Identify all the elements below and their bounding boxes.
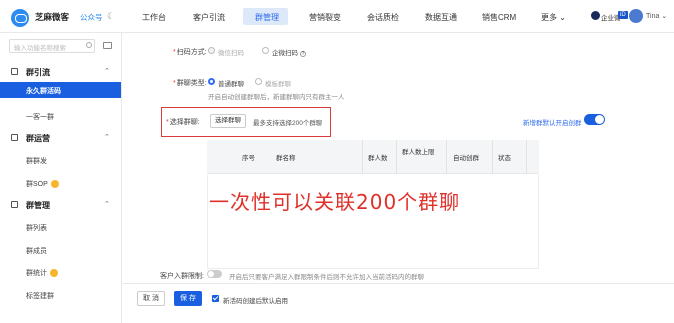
sidebar-item-group-list[interactable]: 群列表 <box>26 223 47 233</box>
col-member-count: 群人数 <box>368 155 388 162</box>
nav-more[interactable]: 更多 ⌄ <box>541 12 566 23</box>
group-title-operations[interactable]: 群运营 <box>26 133 50 144</box>
person-icon <box>11 68 18 75</box>
search-icon[interactable] <box>86 42 92 48</box>
scan-method-label: *扫码方式: <box>173 49 207 56</box>
select-group-label: *选择群聊: <box>166 119 200 126</box>
sidebar-item-sop[interactable]: 群SOP <box>26 179 59 189</box>
nav-sales-crm[interactable]: 销售CRM <box>482 12 516 23</box>
join-limit-toggle[interactable] <box>207 270 222 278</box>
brand-logo-icon <box>11 9 29 27</box>
sidebar-item-one-group[interactable]: 一客一群 <box>26 112 54 122</box>
nav-data-sync[interactable]: 数据互通 <box>425 12 457 23</box>
nav-marketing[interactable]: 营销裂变 <box>309 12 341 23</box>
sidebar-item-group-members[interactable]: 群成员 <box>26 246 47 256</box>
account-type-link[interactable]: 公众号 <box>80 12 103 23</box>
group-type-label: *群聊类型: <box>173 80 207 87</box>
chevron-up-icon[interactable]: ⌃ <box>104 200 110 208</box>
scan-wechat-label: 微信扫码 <box>218 50 244 57</box>
col-divider <box>526 140 527 174</box>
avatar[interactable] <box>629 9 643 23</box>
col-divider <box>492 140 493 174</box>
chevron-down-icon: ⌄ <box>559 13 566 22</box>
group-title-management[interactable]: 群管理 <box>26 200 50 211</box>
group-title-acquisition[interactable]: 群引流 <box>26 67 50 78</box>
sidebar: 输入功能名称搜索 群引流 ⌃ 永久群活码 一客一群 群运营 ⌃ 群群发 群SOP… <box>0 33 122 323</box>
annotation-overlay-text: 一次性可以关联200个群聊 <box>209 190 461 214</box>
operations-icon <box>11 134 18 141</box>
col-member-limit: 群人数上限 <box>402 149 435 156</box>
col-auto-create: 自动创群 <box>453 155 479 162</box>
col-group-name: 群名称 <box>276 155 296 162</box>
corp-tag: iD <box>618 11 628 19</box>
col-divider <box>396 140 397 174</box>
user-name[interactable]: Tina ⌄ <box>646 12 667 20</box>
scan-wechat-radio[interactable] <box>208 47 215 54</box>
nav-customer-acquisition[interactable]: 客户引流 <box>193 12 225 23</box>
group-type-template-radio[interactable] <box>255 78 262 85</box>
save-button[interactable]: 保 存 <box>174 291 202 306</box>
help-icon: ? <box>300 51 306 57</box>
select-group-hint: 最多支持选择200个群聊 <box>253 120 323 127</box>
vip-badge-icon <box>50 180 59 189</box>
join-limit-hint: 开启后只要客户满足入群限制条件后则不允许加入当前活码内的群聊 <box>229 274 424 281</box>
sidebar-item-group-stats[interactable]: 群统计 <box>26 268 58 278</box>
col-divider <box>362 140 363 174</box>
auto-create-label: 新增群默认开启创群 <box>523 120 582 127</box>
group-type-hint: 开启自动创建群聊后，新建群聊内只有群主一人 <box>208 94 345 101</box>
enable-default-checkbox[interactable] <box>212 295 219 302</box>
chevron-up-icon[interactable]: ⌃ <box>104 133 110 141</box>
chevron-up-icon[interactable]: ⌃ <box>104 67 110 75</box>
corp-wechat-icon <box>591 11 600 20</box>
join-limit-label: 客户入群限制: <box>160 273 204 280</box>
sidebar-item-permanent-code[interactable]: 永久群活码 <box>26 86 61 96</box>
sidebar-item-tag-group[interactable]: 标签建群 <box>26 291 54 301</box>
enable-default-label: 新活码创建后默认启用 <box>223 298 288 305</box>
folder-icon[interactable] <box>103 42 112 49</box>
group-type-normal-radio[interactable] <box>208 78 215 85</box>
select-group-button[interactable]: 选择群聊 <box>210 114 246 128</box>
col-status: 状态 <box>498 155 511 162</box>
nav-session-qc[interactable]: 会话质检 <box>367 12 399 23</box>
vip-badge-icon <box>50 269 58 278</box>
theme-toggle-icon[interactable]: ☾ <box>107 11 115 22</box>
nav-workbench[interactable]: 工作台 <box>142 12 166 23</box>
scan-corp-radio[interactable] <box>262 47 269 54</box>
footer-bar <box>123 283 674 323</box>
top-bar: 芝麻微客 公众号 ☾ 工作台 客户引流 群管理 营销裂变 会话质检 数据互通 销… <box>0 0 674 33</box>
scan-corp-label: 企微扫码? <box>272 50 306 57</box>
col-index: 序号 <box>242 155 255 162</box>
nav-more-label: 更多 <box>541 13 557 22</box>
search-input[interactable]: 输入功能名称搜索 <box>9 39 95 53</box>
cancel-button[interactable]: 取 消 <box>137 291 165 306</box>
management-icon <box>11 201 18 208</box>
nav-group-management[interactable]: 群管理 <box>255 12 279 23</box>
group-type-template-label: 模板群聊 <box>265 81 291 88</box>
brand-name: 芝麻微客 <box>35 12 70 22</box>
auto-create-toggle[interactable] <box>584 114 605 125</box>
sidebar-item-broadcast[interactable]: 群群发 <box>26 156 47 166</box>
group-type-normal-label: 普通群聊 <box>218 81 244 88</box>
col-divider <box>446 140 447 174</box>
